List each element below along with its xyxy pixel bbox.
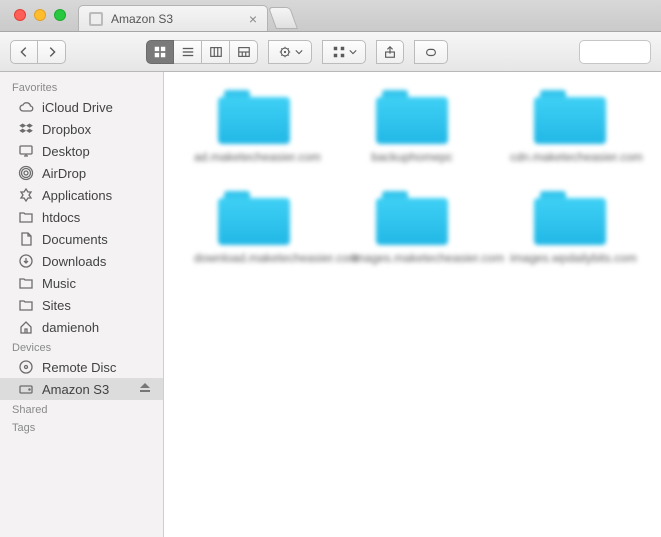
sidebar-item-documents[interactable]: Documents xyxy=(0,228,163,250)
folder-icon xyxy=(218,191,290,245)
home-icon xyxy=(18,319,34,335)
sidebar-item-applications[interactable]: Applications xyxy=(0,184,163,206)
sidebar: Favorites iCloud Drive Dropbox Desktop AirDr… xyxy=(0,72,164,537)
forward-button[interactable] xyxy=(38,40,66,64)
folder-icon xyxy=(534,191,606,245)
eject-icon[interactable] xyxy=(139,382,151,397)
sidebar-group-title: Favorites xyxy=(0,78,163,96)
applications-icon xyxy=(18,187,34,203)
action-button[interactable] xyxy=(268,40,312,64)
sidebar-item-label: htdocs xyxy=(42,210,151,225)
folder-icon xyxy=(376,191,448,245)
back-button[interactable] xyxy=(10,40,38,64)
sidebar-item-amazon-s3[interactable]: Amazon S3 xyxy=(0,378,163,400)
folder-item[interactable]: ad.maketecheasier.com xyxy=(194,90,314,165)
browser-tab[interactable]: Amazon S3 × xyxy=(78,5,268,31)
sidebar-item-icloud-drive[interactable]: iCloud Drive xyxy=(0,96,163,118)
sidebar-item-label: Remote Disc xyxy=(42,360,151,375)
share-button[interactable] xyxy=(376,40,404,64)
sidebar-item-label: Sites xyxy=(42,298,151,313)
drive-icon xyxy=(18,381,34,397)
sidebar-item-label: Downloads xyxy=(42,254,151,269)
sidebar-item-htdocs[interactable]: htdocs xyxy=(0,206,163,228)
search-input[interactable] xyxy=(579,40,651,64)
folder-icon xyxy=(534,90,606,144)
sidebar-item-airdrop[interactable]: AirDrop xyxy=(0,162,163,184)
minimize-window-button[interactable] xyxy=(34,9,46,21)
close-tab-button[interactable]: × xyxy=(249,12,257,26)
sidebar-item-dropbox[interactable]: Dropbox xyxy=(0,118,163,140)
share-button-group xyxy=(376,40,404,64)
finder-body: Favorites iCloud Drive Dropbox Desktop AirDr… xyxy=(0,72,661,537)
folder-label: images.maketecheasier.com xyxy=(352,251,472,266)
folder-icon xyxy=(18,209,34,225)
tags-button-group xyxy=(414,40,448,64)
list-view-button[interactable] xyxy=(174,40,202,64)
folder-icon xyxy=(218,90,290,144)
content-area[interactable]: ad.maketecheasier.com backuphomepc cdn.mak… xyxy=(164,72,661,537)
folder-label: ad.maketecheasier.com xyxy=(194,150,314,165)
sidebar-group-title: Devices xyxy=(0,338,163,356)
nav-buttons xyxy=(10,40,66,64)
sidebar-group-title: Shared xyxy=(0,400,163,418)
sidebar-item-music[interactable]: Music xyxy=(0,272,163,294)
sidebar-item-label: Dropbox xyxy=(42,122,151,137)
folder-item[interactable]: download.maketecheasier.com xyxy=(194,191,314,266)
folder-item[interactable]: images.wpdailybits.com xyxy=(510,191,630,266)
airdrop-icon xyxy=(18,165,34,181)
sidebar-item-label: iCloud Drive xyxy=(42,100,151,115)
sidebar-item-label: AirDrop xyxy=(42,166,151,181)
sidebar-item-label: Amazon S3 xyxy=(42,382,131,397)
icon-view-button[interactable] xyxy=(146,40,174,64)
arrange-button[interactable] xyxy=(322,40,366,64)
tab-title: Amazon S3 xyxy=(111,12,173,26)
column-view-button[interactable] xyxy=(202,40,230,64)
folder-icon xyxy=(18,297,34,313)
sidebar-item-label: Music xyxy=(42,276,151,291)
desktop-icon xyxy=(18,143,34,159)
downloads-icon xyxy=(18,253,34,269)
close-window-button[interactable] xyxy=(14,9,26,21)
new-tab-button[interactable] xyxy=(268,7,298,29)
action-menu xyxy=(268,40,312,64)
sidebar-item-label: Applications xyxy=(42,188,151,203)
sidebar-item-damienoh[interactable]: damienoh xyxy=(0,316,163,338)
coverflow-view-button[interactable] xyxy=(230,40,258,64)
arrange-menu xyxy=(322,40,366,64)
sidebar-item-desktop[interactable]: Desktop xyxy=(0,140,163,162)
window-controls xyxy=(8,9,72,31)
browser-tabstrip: Amazon S3 × xyxy=(0,0,661,32)
sidebar-item-remote-disc[interactable]: Remote Disc xyxy=(0,356,163,378)
sidebar-item-sites[interactable]: Sites xyxy=(0,294,163,316)
sidebar-item-label: Documents xyxy=(42,232,151,247)
folder-item[interactable]: cdn.maketecheasier.com xyxy=(510,90,630,165)
folder-icon xyxy=(18,275,34,291)
folder-label: cdn.maketecheasier.com xyxy=(510,150,630,165)
dropbox-icon xyxy=(18,121,34,137)
zoom-window-button[interactable] xyxy=(54,9,66,21)
folder-label: download.maketecheasier.com xyxy=(194,251,314,266)
disc-icon xyxy=(18,359,34,375)
folder-item[interactable]: images.maketecheasier.com xyxy=(352,191,472,266)
folder-label: images.wpdailybits.com xyxy=(510,251,630,266)
folder-icon xyxy=(376,90,448,144)
sidebar-item-downloads[interactable]: Downloads xyxy=(0,250,163,272)
documents-icon xyxy=(18,231,34,247)
cloud-icon xyxy=(18,99,34,115)
view-mode-buttons xyxy=(146,40,258,64)
folder-item[interactable]: backuphomepc xyxy=(352,90,472,165)
sidebar-item-label: Desktop xyxy=(42,144,151,159)
edit-tags-button[interactable] xyxy=(414,40,448,64)
sidebar-group-title: Tags xyxy=(0,418,163,436)
sidebar-item-label: damienoh xyxy=(42,320,151,335)
tab-favicon xyxy=(89,12,103,26)
folder-label: backuphomepc xyxy=(371,150,452,165)
finder-toolbar xyxy=(0,32,661,72)
